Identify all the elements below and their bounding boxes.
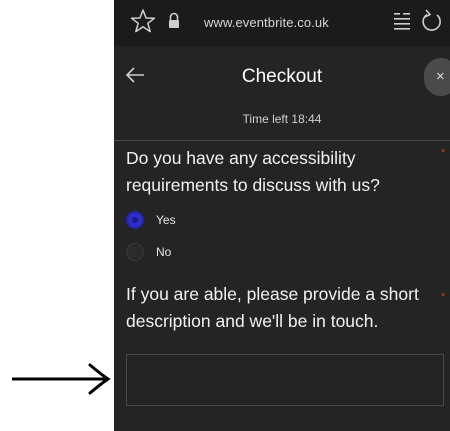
refresh-icon[interactable] [420,8,444,34]
accessibility-form: Do you have any accessibility requiremen… [114,141,450,431]
radio-label-no: No [156,245,172,259]
radio-no[interactable] [126,243,144,261]
tabs-icon[interactable] [392,10,412,32]
required-marker: * [441,291,446,303]
star-icon[interactable] [130,8,156,34]
lock-icon [167,12,181,30]
description-question: If you are able, please provide a short … [126,284,419,331]
description-textarea[interactable] [126,354,444,406]
radio-option-no[interactable]: No [126,243,326,265]
radio-yes[interactable] [126,211,144,229]
accessibility-question: Do you have any accessibility requiremen… [126,148,380,195]
time-left: Time left 18:44 [242,112,322,126]
checkout-header: Checkout × Time left 18:44 [114,46,450,141]
close-button[interactable]: × [424,58,450,96]
radio-label-yes: Yes [156,213,176,227]
page-title: Checkout [241,66,323,87]
required-marker: * [441,147,446,159]
url-text[interactable]: www.eventbrite.co.uk [204,15,329,30]
arrow-right-icon [12,362,112,396]
radio-option-yes[interactable]: Yes [126,211,326,233]
phone-screen: www.eventbrite.co.uk Checkout × Time lef… [114,0,450,431]
browser-address-bar: www.eventbrite.co.uk [114,0,450,46]
